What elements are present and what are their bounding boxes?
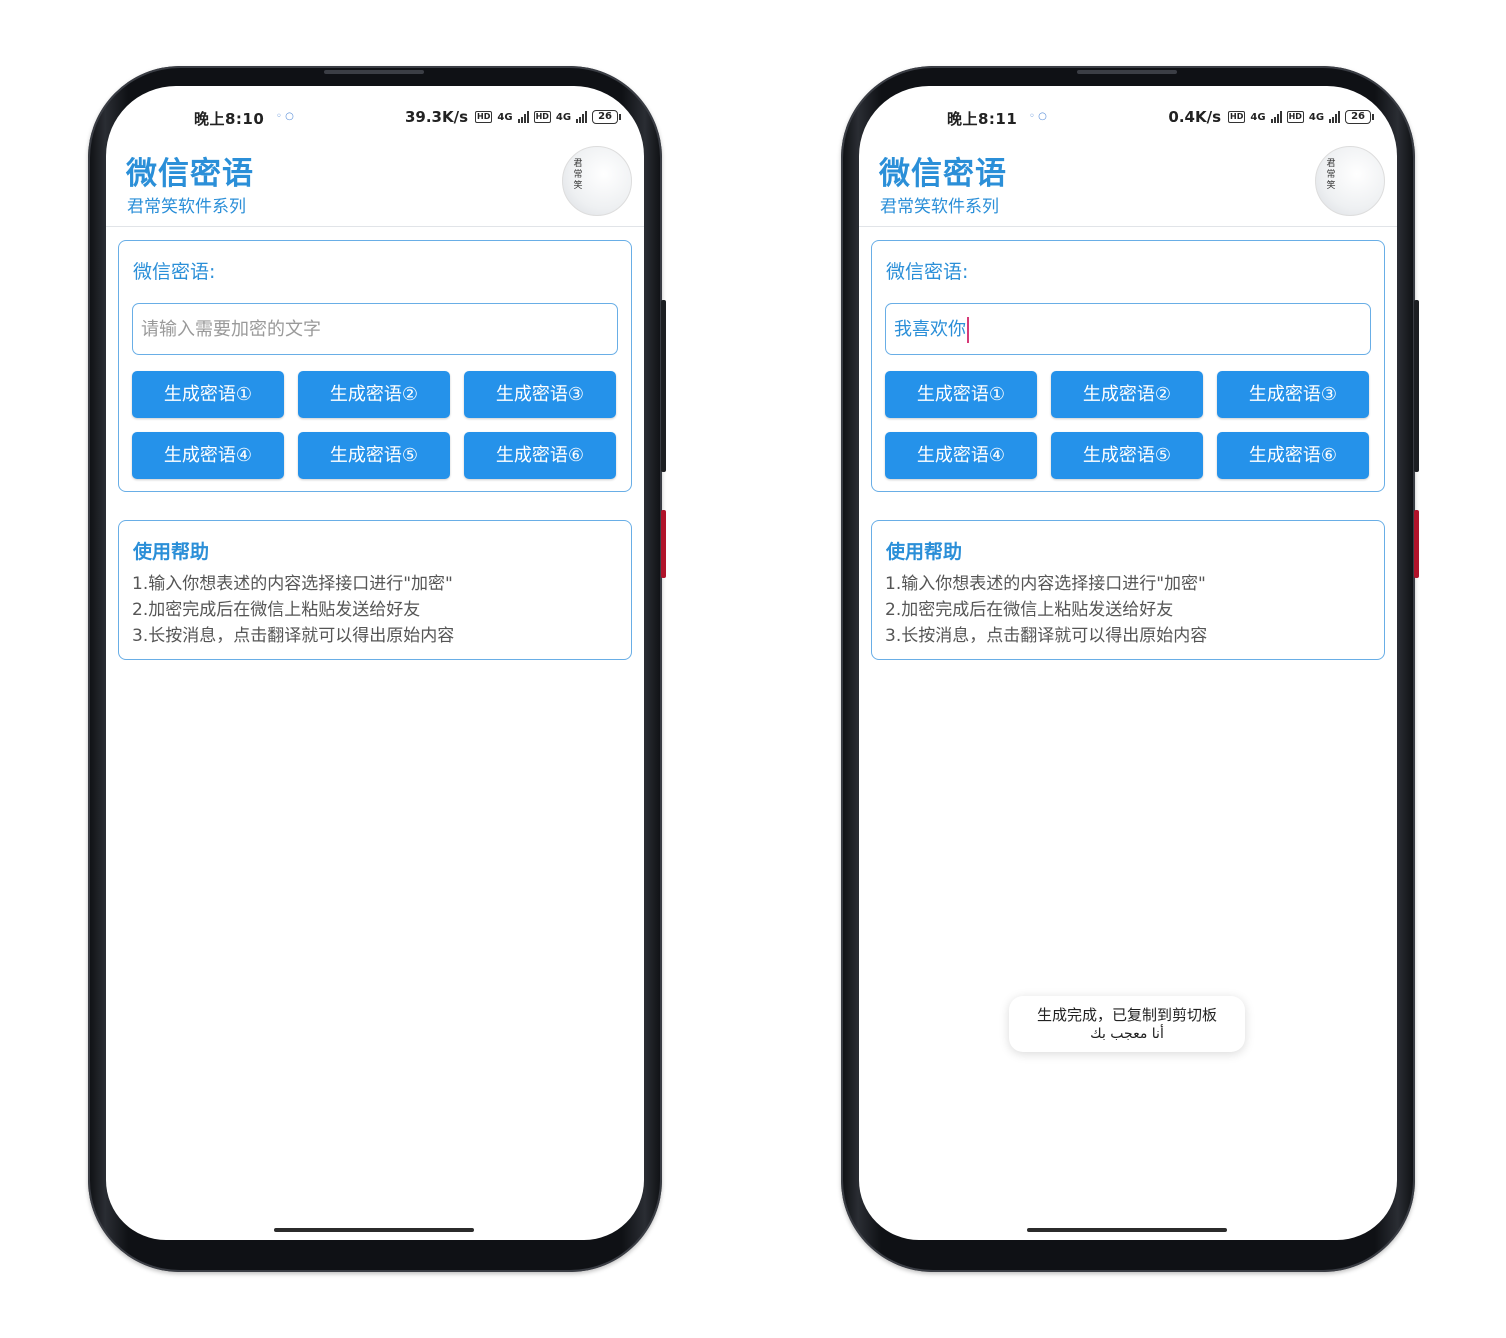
help-lines: 1.输入你想表述的内容选择接口进行"加密" 2.加密完成后在微信上粘贴发送给好友… — [885, 571, 1207, 649]
help-card: 使用帮助 1.输入你想表述的内容选择接口进行"加密" 2.加密完成后在微信上粘贴… — [118, 520, 632, 660]
help-title: 使用帮助 — [133, 541, 210, 563]
generate-button-6[interactable]: 生成密语⑥ — [464, 432, 616, 479]
hd-icon: HD — [1286, 111, 1304, 123]
app-subtitle: 君常笑软件系列 — [880, 197, 999, 217]
encrypt-label: 微信密语: — [886, 261, 969, 283]
power-button — [661, 510, 666, 578]
generate-button-5[interactable]: 生成密语⑤ — [1051, 432, 1203, 479]
help-line: 1.输入你想表述的内容选择接口进行"加密" — [885, 574, 1206, 594]
volume-button — [661, 300, 666, 472]
phone-frame-left: 晚上8:10 ◦ ○ 39.3K/s HD 4G HD 4G 26 微信密语 君… — [88, 66, 666, 1272]
notification-dots-icon: ◦ ○ — [276, 111, 294, 122]
generate-button-3[interactable]: 生成密语③ — [1217, 371, 1369, 418]
app-title: 微信密语 — [126, 156, 254, 192]
network-type: 4G — [1308, 111, 1325, 123]
screen-right: 晚上8:11 ◦ ○ 0.4K/s HD 4G HD 4G 26 微信密语 君常… — [859, 86, 1397, 1240]
phone-frame-right: 晚上8:11 ◦ ○ 0.4K/s HD 4G HD 4G 26 微信密语 君常… — [841, 66, 1419, 1272]
help-lines: 1.输入你想表述的内容选择接口进行"加密" 2.加密完成后在微信上粘贴发送给好友… — [132, 571, 454, 649]
help-line: 1.输入你想表述的内容选择接口进行"加密" — [132, 574, 453, 594]
status-bar: 晚上8:10 ◦ ○ 39.3K/s HD 4G HD 4G 26 — [106, 108, 644, 128]
status-time: 晚上8:11 — [947, 110, 1018, 128]
text-caret — [967, 317, 969, 343]
toast-line-1: 生成完成，已复制到剪切板 — [1036, 1006, 1217, 1024]
generate-button-2[interactable]: 生成密语② — [1051, 371, 1203, 418]
power-button — [1414, 510, 1419, 578]
status-time: 晚上8:10 — [194, 110, 265, 128]
signal-bars-icon — [517, 111, 529, 123]
network-type: 4G — [555, 111, 572, 123]
app-title: 微信密语 — [879, 156, 1007, 192]
screen-left: 晚上8:10 ◦ ○ 39.3K/s HD 4G HD 4G 26 微信密语 君… — [106, 86, 644, 1240]
app-header: 微信密语 君常笑软件系列 君常笑 — [106, 146, 644, 227]
hd-icon: HD — [533, 111, 551, 123]
toast-message: 生成完成，已复制到剪切板 أنا معجب بك — [1009, 996, 1245, 1052]
app-subtitle: 君常笑软件系列 — [127, 197, 246, 217]
signal-bars-icon — [576, 111, 588, 123]
status-bar: 晚上8:11 ◦ ○ 0.4K/s HD 4G HD 4G 26 — [859, 108, 1397, 128]
signal-group: HD 4G HD 4G 26 — [1228, 110, 1374, 124]
generate-button-6[interactable]: 生成密语⑥ — [1217, 432, 1369, 479]
help-line: 2.加密完成后在微信上粘贴发送给好友 — [885, 600, 1174, 620]
signal-group: HD 4G HD 4G 26 — [475, 110, 621, 124]
toast-line-2: أنا معجب بك — [1090, 1026, 1164, 1042]
help-card: 使用帮助 1.输入你想表述的内容选择接口进行"加密" 2.加密完成后在微信上粘贴… — [871, 520, 1385, 660]
notification-dots-icon: ◦ ○ — [1029, 111, 1047, 122]
help-line: 2.加密完成后在微信上粘贴发送给好友 — [132, 600, 421, 620]
network-rate: 0.4K/s — [1168, 108, 1221, 126]
generate-button-4[interactable]: 生成密语④ — [885, 432, 1037, 479]
signal-bars-icon — [1329, 111, 1341, 123]
network-type: 4G — [1250, 111, 1266, 123]
input-placeholder: 请输入需要加密的文字 — [141, 319, 321, 340]
avatar[interactable]: 君常笑 — [562, 146, 632, 216]
volume-button — [1414, 300, 1419, 472]
network-rate: 39.3K/s — [404, 108, 468, 126]
generate-button-grid: 生成密语① 生成密语② 生成密语③ 生成密语④ 生成密语⑤ 生成密语⑥ — [885, 371, 1371, 479]
text-input[interactable]: 我喜欢你 — [885, 303, 1371, 355]
encrypt-card: 微信密语: 我喜欢你 生成密语① 生成密语② 生成密语③ 生成密语④ 生成密语⑤… — [871, 240, 1385, 492]
encrypt-label: 微信密语: — [133, 261, 216, 283]
generate-button-5[interactable]: 生成密语⑤ — [298, 432, 450, 479]
generate-button-1[interactable]: 生成密语① — [132, 371, 284, 418]
input-value: 我喜欢你 — [894, 319, 966, 340]
generate-button-grid: 生成密语① 生成密语② 生成密语③ 生成密语④ 生成密语⑤ 生成密语⑥ — [132, 371, 618, 479]
app-header: 微信密语 君常笑软件系列 君常笑 — [859, 146, 1397, 227]
phone-earpiece — [324, 70, 424, 74]
hd-icon: HD — [475, 111, 493, 123]
help-title: 使用帮助 — [886, 541, 963, 563]
help-line: 3.长按消息，点击翻译就可以得出原始内容 — [885, 626, 1208, 646]
battery-icon: 26 — [592, 110, 621, 124]
avatar-seal: 君常笑 — [573, 159, 583, 191]
generate-button-3[interactable]: 生成密语③ — [464, 371, 616, 418]
battery-icon: 26 — [1345, 110, 1374, 124]
text-input[interactable]: 请输入需要加密的文字 — [132, 303, 618, 355]
hd-icon: HD — [1228, 111, 1246, 123]
generate-button-2[interactable]: 生成密语② — [298, 371, 450, 418]
avatar-seal: 君常笑 — [1326, 159, 1336, 191]
signal-bars-icon — [1270, 111, 1282, 123]
home-indicator[interactable] — [1027, 1228, 1227, 1232]
generate-button-1[interactable]: 生成密语① — [885, 371, 1037, 418]
network-type: 4G — [497, 111, 513, 123]
avatar[interactable]: 君常笑 — [1315, 146, 1385, 216]
phone-earpiece — [1077, 70, 1177, 74]
home-indicator[interactable] — [274, 1228, 474, 1232]
generate-button-4[interactable]: 生成密语④ — [132, 432, 284, 479]
encrypt-card: 微信密语: 请输入需要加密的文字 生成密语① 生成密语② 生成密语③ 生成密语④… — [118, 240, 632, 492]
help-line: 3.长按消息，点击翻译就可以得出原始内容 — [132, 626, 455, 646]
